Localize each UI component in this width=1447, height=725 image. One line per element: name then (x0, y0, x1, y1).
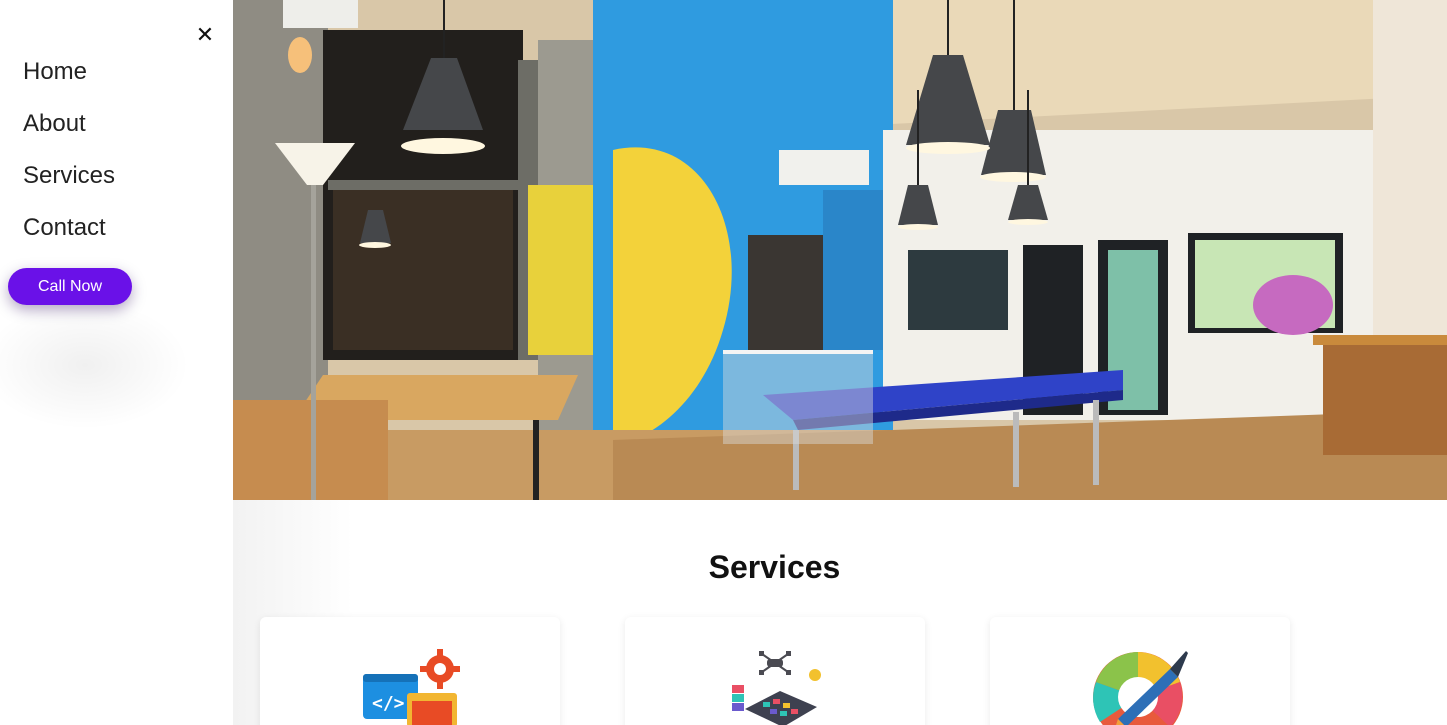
page: ✕ Home About Services Contact Call Now S… (0, 0, 1447, 725)
nav-item-services[interactable]: Services (23, 162, 115, 190)
nav-item-contact[interactable]: Contact (23, 214, 106, 242)
services-section: Services </> (233, 500, 1447, 725)
service-card-web-development[interactable]: </> (260, 617, 560, 725)
service-card-app-development[interactable] (625, 617, 925, 725)
graphic-design-icon (1093, 651, 1188, 725)
button-glow (0, 300, 190, 430)
call-now-button[interactable]: Call Now (8, 268, 132, 305)
nav-item-about[interactable]: About (23, 110, 86, 138)
nav-item-home[interactable]: Home (23, 58, 87, 86)
hero-image (233, 0, 1447, 500)
web-development-icon: </> (363, 649, 460, 725)
office-photo-icon (233, 0, 1447, 500)
sidebar-menu: ✕ Home About Services Contact Call Now (0, 0, 233, 725)
app-development-icon (732, 651, 821, 725)
services-heading: Services (708, 549, 841, 585)
svg-text:</>: </> (372, 693, 405, 714)
close-icon[interactable]: ✕ (194, 25, 216, 47)
service-card-graphic-design[interactable] (990, 617, 1290, 725)
